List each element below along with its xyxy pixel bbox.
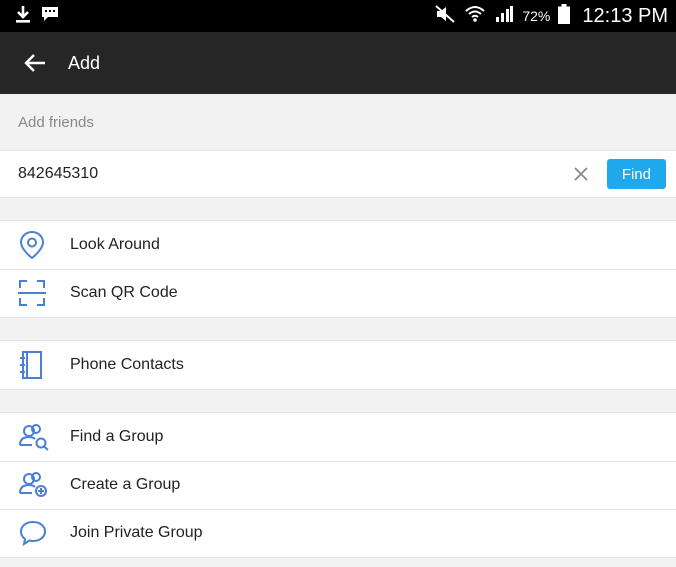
- find-group-label: Find a Group: [70, 428, 164, 445]
- scan-qr-label: Scan QR Code: [70, 284, 178, 301]
- create-group-label: Create a Group: [70, 476, 181, 493]
- groups-group: Find a Group Create a Group Join Private…: [0, 412, 676, 558]
- chat-notification-icon: [40, 5, 60, 28]
- find-group-icon: [18, 422, 54, 452]
- status-left: [14, 4, 60, 29]
- app-bar: Add: [0, 32, 676, 94]
- phone-contacts-item[interactable]: Phone Contacts: [0, 341, 676, 389]
- location-pin-icon: [18, 230, 54, 260]
- find-button[interactable]: Find: [606, 159, 666, 189]
- create-group-icon: [18, 470, 54, 500]
- look-around-item[interactable]: Look Around: [0, 221, 676, 269]
- join-private-group-label: Join Private Group: [70, 524, 203, 541]
- chat-bubble-icon: [18, 518, 54, 548]
- add-friends-label: Add friends: [18, 113, 94, 131]
- clear-icon[interactable]: [571, 164, 591, 184]
- mute-icon: [434, 4, 456, 29]
- phone-contacts-label: Phone Contacts: [70, 356, 184, 373]
- contacts-book-icon: [18, 350, 54, 380]
- status-bar: 72% 12:13 PM: [0, 0, 676, 32]
- battery-percent: 72%: [522, 8, 551, 24]
- status-time: 12:13 PM: [582, 4, 668, 27]
- scan-qr-icon: [18, 278, 54, 308]
- find-group-item[interactable]: Find a Group: [0, 413, 676, 461]
- look-around-label: Look Around: [70, 236, 160, 253]
- friend-search-row: Find: [0, 150, 676, 198]
- page-title: Add: [68, 52, 101, 73]
- battery-icon: [558, 3, 571, 29]
- create-group-item[interactable]: Create a Group: [0, 461, 676, 509]
- discover-group: Look Around Scan QR Code: [0, 220, 676, 318]
- status-right: 72% 12:13 PM: [434, 3, 668, 29]
- scan-qr-item[interactable]: Scan QR Code: [0, 269, 676, 317]
- contacts-group: Phone Contacts: [0, 340, 676, 390]
- signal-icon: [494, 5, 514, 28]
- wifi-icon: [464, 4, 486, 29]
- download-icon: [14, 4, 32, 29]
- join-private-group-item[interactable]: Join Private Group: [0, 509, 676, 557]
- friend-search-input[interactable]: [18, 165, 571, 183]
- back-arrow-icon[interactable]: [20, 48, 50, 78]
